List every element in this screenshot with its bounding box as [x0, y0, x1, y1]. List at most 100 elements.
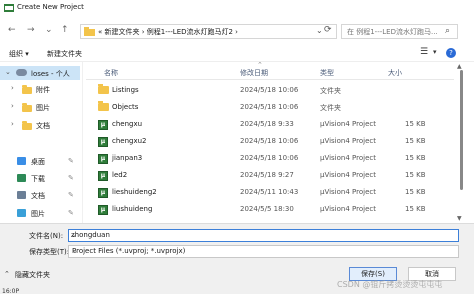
file-row[interactable]: µ jianpan3 2024/5/18 10:06 µVision4 Project… [86, 150, 454, 167]
file-date: 2024/5/18 10:06 [240, 103, 299, 111]
folder-icon [84, 27, 95, 36]
folder-icon [22, 85, 32, 94]
search-input[interactable]: 在 例程1---LED流水灯跑马... [347, 27, 438, 37]
file-list: ⌃ 名称 修改日期 类型 大小 Listings 2024/5/18 10:06 文… [86, 62, 454, 223]
uvision-project-icon: µ [98, 205, 108, 215]
file-row[interactable]: Listings 2024/5/18 10:06 文件夹 [86, 82, 454, 99]
column-header-name[interactable]: 名称 [104, 68, 118, 78]
view-options-icon[interactable]: ☰ [420, 47, 428, 57]
file-size: 15 KB [405, 154, 426, 162]
file-size: 15 KB [405, 137, 426, 145]
back-arrow-icon[interactable]: ← [8, 25, 16, 35]
file-name: jianpan3 [112, 154, 143, 162]
address-bar[interactable]: « 新建文件夹 › 例程1---LED流水灯跑马灯2 › ⌄ ⟳ [80, 24, 337, 39]
file-row[interactable]: Objects 2024/5/18 10:06 文件夹 [86, 99, 454, 116]
search-icon[interactable]: ⌕ [445, 26, 450, 36]
file-name: chengxu2 [112, 137, 147, 145]
address-dropdown-icon[interactable]: ⌄ [316, 26, 323, 35]
file-type: 文件夹 [320, 104, 341, 112]
chevron-down-icon[interactable]: ⌄ [5, 68, 11, 76]
file-name: Listings [112, 86, 139, 94]
file-type: µVision4 Project [320, 137, 376, 145]
file-row[interactable]: µ liushuideng 2024/5/5 18:30 µVision4 Proje… [86, 201, 454, 218]
column-header-row: ⌃ 名称 修改日期 类型 大小 [86, 62, 454, 80]
file-name: lieshuideng2 [112, 188, 157, 196]
uvision-project-icon: µ [98, 171, 108, 181]
sidebar-item-desktop[interactable]: 桌面 ✎ [0, 154, 80, 168]
filetype-value[interactable]: Project Files (*.uvproj; *.uvprojx) [72, 247, 185, 255]
pin-icon[interactable]: ✎ [68, 174, 74, 182]
file-date: 2024/5/11 10:43 [240, 188, 299, 196]
uvision-project-icon: µ [98, 137, 108, 147]
search-box[interactable]: 在 例程1---LED流水灯跑马... ⌕ [341, 24, 458, 39]
new-folder-button[interactable]: 新建文件夹 [47, 49, 82, 59]
refresh-icon[interactable]: ⟳ [324, 25, 332, 35]
column-header-size[interactable]: 大小 [388, 68, 402, 78]
file-type: µVision4 Project [320, 154, 376, 162]
cloud-icon [16, 69, 27, 76]
chevron-down-icon[interactable]: ⌄ [72, 247, 78, 255]
address-row: ← → ⌄ ↑ « 新建文件夹 › 例程1---LED流水灯跑马灯2 › ⌄ ⟳… [0, 16, 474, 46]
file-type: 文件夹 [320, 87, 341, 95]
filename-label: 文件名(N): [29, 232, 64, 240]
filename-field[interactable]: zhongduan ⌄ [68, 229, 459, 242]
sidebar-item-pictures-folder[interactable]: › 图片 [0, 100, 80, 114]
sidebar-item-attachments[interactable]: › 附件 [0, 82, 80, 96]
filetype-select[interactable]: Project Files (*.uvproj; *.uvprojx) ⌄ [68, 245, 459, 258]
file-row[interactable]: µ chengxu 2024/5/18 9:33 µVision4 Project 15… [86, 116, 454, 133]
file-row[interactable]: µ lieshuideng2 2024/5/11 10:43 µVision4 Pro… [86, 184, 454, 201]
file-type: µVision4 Project [320, 205, 376, 213]
sidebar-item-label: 图片 [36, 104, 50, 112]
pane-divider[interactable] [82, 62, 83, 223]
pin-icon[interactable]: ✎ [68, 157, 74, 165]
file-size: 15 KB [405, 120, 426, 128]
sidebar-item-onedrive[interactable]: ⌄ loses - 个人 [0, 66, 80, 80]
folder-icon [98, 84, 109, 94]
file-name: chengxu [112, 120, 143, 128]
file-row[interactable]: µ led2 2024/5/18 9:27 µVision4 Project 15 KB [86, 167, 454, 184]
chevron-right-icon[interactable]: › [11, 84, 14, 92]
sidebar-item-documents-folder[interactable]: › 文档 [0, 118, 80, 132]
scrollbar-thumb[interactable] [460, 70, 463, 190]
folder-icon [22, 121, 32, 130]
desktop-icon [17, 157, 26, 165]
title-bar: Create New Project [0, 0, 474, 16]
file-name: Objects [112, 103, 139, 111]
sidebar-item-label: 附件 [36, 86, 50, 94]
download-icon [17, 174, 26, 182]
scroll-up-icon[interactable]: ▲ [457, 63, 462, 70]
up-arrow-icon[interactable]: ↑ [61, 25, 69, 35]
file-date: 2024/5/18 10:06 [240, 137, 299, 145]
sidebar-item-label: 文档 [31, 192, 45, 200]
sidebar-item-downloads[interactable]: 下载 ✎ [0, 171, 80, 185]
hide-folders-button[interactable]: 隐藏文件夹 [15, 270, 50, 280]
sidebar-item-label: 下载 [31, 175, 45, 183]
file-name: liushuideng [112, 205, 153, 213]
file-row[interactable]: µ chengxu2 2024/5/18 10:06 µVision4 Project… [86, 133, 454, 150]
window-title: Create New Project [17, 3, 84, 11]
forward-arrow-icon[interactable]: → [27, 25, 35, 35]
chevron-right-icon[interactable]: › [11, 120, 14, 128]
column-header-date[interactable]: 修改日期 [240, 68, 268, 78]
file-date: 2024/5/18 9:27 [240, 171, 294, 179]
address-path[interactable]: « 新建文件夹 › 例程1---LED流水灯跑马灯2 › [98, 27, 238, 37]
file-type: µVision4 Project [320, 188, 376, 196]
pin-icon[interactable]: ✎ [68, 191, 74, 199]
pin-icon[interactable]: ✎ [68, 209, 74, 217]
chevron-down-icon[interactable]: ⌄ [71, 231, 77, 239]
uvision-project-icon: µ [98, 154, 108, 164]
recent-dropdown-icon[interactable]: ⌄ [45, 25, 53, 35]
save-panel: 文件名(N): zhongduan ⌄ 保存类型(T): Project Fil… [0, 223, 474, 295]
navigation-pane: ⌄ loses - 个人 › 附件 › 图片 › 文档 桌面 ✎ 下载 ✎ 文档… [0, 62, 80, 223]
chevron-up-icon[interactable]: ⌃ [4, 270, 10, 278]
folder-icon [22, 103, 32, 112]
help-icon[interactable]: ? [446, 48, 456, 58]
sidebar-item-documents[interactable]: 文档 ✎ [0, 188, 80, 202]
sidebar-item-pictures[interactable]: 图片 ✎ [0, 206, 80, 220]
scroll-down-icon[interactable]: ▼ [457, 215, 462, 222]
organize-button[interactable]: 组织 ▾ [9, 49, 29, 59]
filetype-label: 保存类型(T): [29, 248, 70, 256]
column-header-type[interactable]: 类型 [320, 68, 334, 78]
chevron-right-icon[interactable]: › [11, 102, 14, 110]
view-dropdown-icon[interactable]: ▾ [433, 48, 437, 56]
